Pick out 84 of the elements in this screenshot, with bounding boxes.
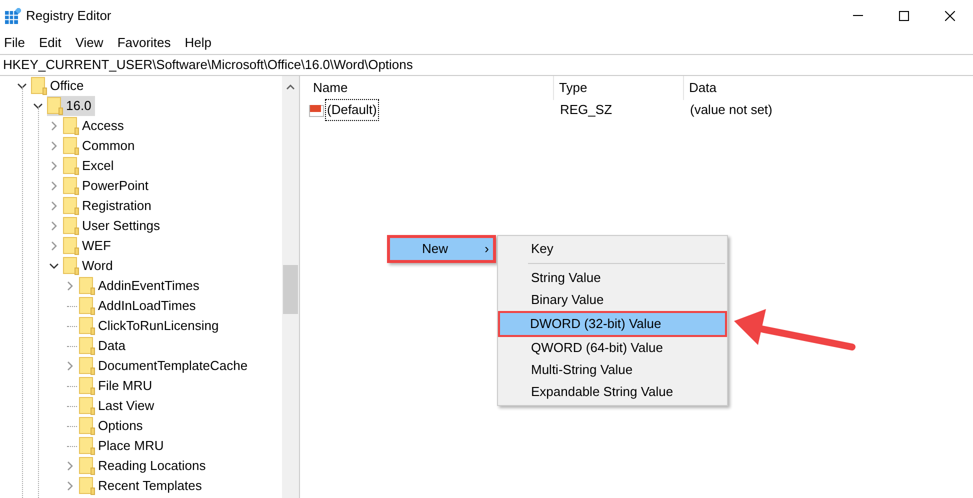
close-icon — [945, 10, 955, 20]
menu-item[interactable]: Help — [184, 32, 212, 52]
folder-icon — [63, 237, 79, 255]
submenu-item[interactable]: QWORD (64-bit) Value — [498, 337, 727, 359]
tree-item[interactable]: File MRU — [98, 376, 152, 396]
chevron-right-icon[interactable] — [49, 161, 59, 171]
folder-icon — [79, 397, 95, 415]
submenu-item[interactable]: DWORD (32-bit) Value — [498, 311, 727, 337]
tree-item[interactable]: Place MRU — [98, 436, 164, 456]
folder-icon — [79, 437, 95, 455]
folder-icon — [79, 357, 95, 375]
tree-item[interactable]: Access — [82, 116, 124, 136]
column-header[interactable]: Data — [684, 76, 973, 100]
folder-icon — [63, 197, 79, 215]
menu-item[interactable]: View — [75, 32, 104, 52]
chevron-right-icon[interactable] — [65, 481, 75, 491]
submenu-item[interactable]: Binary Value — [498, 289, 727, 311]
tree-item[interactable]: Common — [82, 136, 135, 156]
chevron-right-icon[interactable] — [49, 181, 59, 191]
chevron-down-icon[interactable] — [17, 81, 27, 91]
scroll-up-icon[interactable] — [286, 84, 295, 90]
menu-item[interactable]: Edit — [38, 32, 62, 52]
tree-item[interactable]: Office — [50, 76, 84, 96]
chevron-right-icon[interactable] — [65, 281, 75, 291]
folder-icon — [79, 297, 95, 315]
folder-icon — [63, 217, 79, 235]
submenu-item[interactable]: Expandable String Value — [498, 381, 727, 403]
minimize-icon — [853, 15, 863, 16]
folder-icon — [79, 377, 95, 395]
folder-icon — [63, 257, 79, 275]
chevron-right-icon[interactable] — [49, 221, 59, 231]
tree-item[interactable]: WEF — [82, 236, 111, 256]
menu-item[interactable]: Favorites — [117, 32, 171, 52]
folder-icon — [47, 97, 63, 115]
folder-icon — [31, 77, 47, 95]
tree-item[interactable]: ClickToRunLicensing — [98, 316, 219, 336]
submenu-item[interactable]: Multi-String Value — [498, 359, 727, 381]
tree-item[interactable]: Reading Locations — [98, 456, 206, 476]
address-bar[interactable]: HKEY_CURRENT_USER\Software\Microsoft\Office\16.0\Word\Options — [0, 54, 973, 76]
folder-icon — [63, 157, 79, 175]
tree-item[interactable]: DocumentTemplateCache — [98, 356, 248, 376]
folder-icon — [63, 117, 79, 135]
chevron-right-icon[interactable] — [49, 141, 59, 151]
folder-icon — [79, 457, 95, 475]
tree-item[interactable]: AddInLoadTimes — [98, 296, 196, 316]
maximize-icon — [899, 10, 909, 20]
folder-icon — [63, 137, 79, 155]
context-menu-item[interactable]: New › — [387, 235, 496, 263]
tree-item[interactable]: Options — [98, 416, 143, 436]
folder-icon — [63, 177, 79, 195]
folder-icon — [79, 277, 95, 295]
tree-item[interactable]: Last View — [98, 396, 154, 416]
chevron-right-icon[interactable] — [65, 461, 75, 471]
column-header[interactable]: Type — [554, 76, 684, 100]
chevron-down-icon[interactable] — [49, 261, 59, 271]
value-type-cell-text: REG_SZ — [559, 101, 614, 120]
registry-app-icon — [5, 8, 21, 24]
chevron-down-icon[interactable] — [33, 101, 43, 111]
tree-item[interactable]: User Settings — [82, 216, 160, 236]
chevron-right-icon[interactable] — [65, 361, 75, 371]
menu-item[interactable]: File — [4, 32, 25, 52]
tree-item[interactable]: Recent Templates — [98, 476, 202, 496]
window-title: Registry Editor — [26, 6, 112, 25]
string-value-icon — [309, 102, 325, 118]
folder-icon — [79, 477, 95, 495]
submenu-item[interactable]: Key — [498, 238, 727, 260]
chevron-right-icon[interactable] — [49, 241, 59, 251]
tree-item[interactable]: Word — [82, 256, 113, 276]
value-name-cell[interactable]: (Default) — [325, 99, 379, 121]
scrollbar-thumb[interactable] — [283, 265, 298, 314]
folder-icon — [79, 337, 95, 355]
chevron-right-icon[interactable] — [49, 121, 59, 131]
folder-icon — [79, 417, 95, 435]
tree-item[interactable]: Registration — [82, 196, 152, 216]
tree-item[interactable]: Data — [98, 336, 126, 356]
value-data-cell-text: (value not set) — [689, 101, 772, 120]
tree-item[interactable]: PowerPoint — [82, 176, 148, 196]
tree-item[interactable]: Excel — [82, 156, 114, 176]
submenu-item[interactable]: String Value — [498, 267, 727, 289]
folder-icon — [79, 317, 95, 335]
tree-item[interactable]: AddinEventTimes — [98, 276, 200, 296]
chevron-right-icon[interactable] — [49, 201, 59, 211]
column-header[interactable]: Name — [304, 76, 554, 100]
scrollbar[interactable] — [282, 76, 299, 498]
